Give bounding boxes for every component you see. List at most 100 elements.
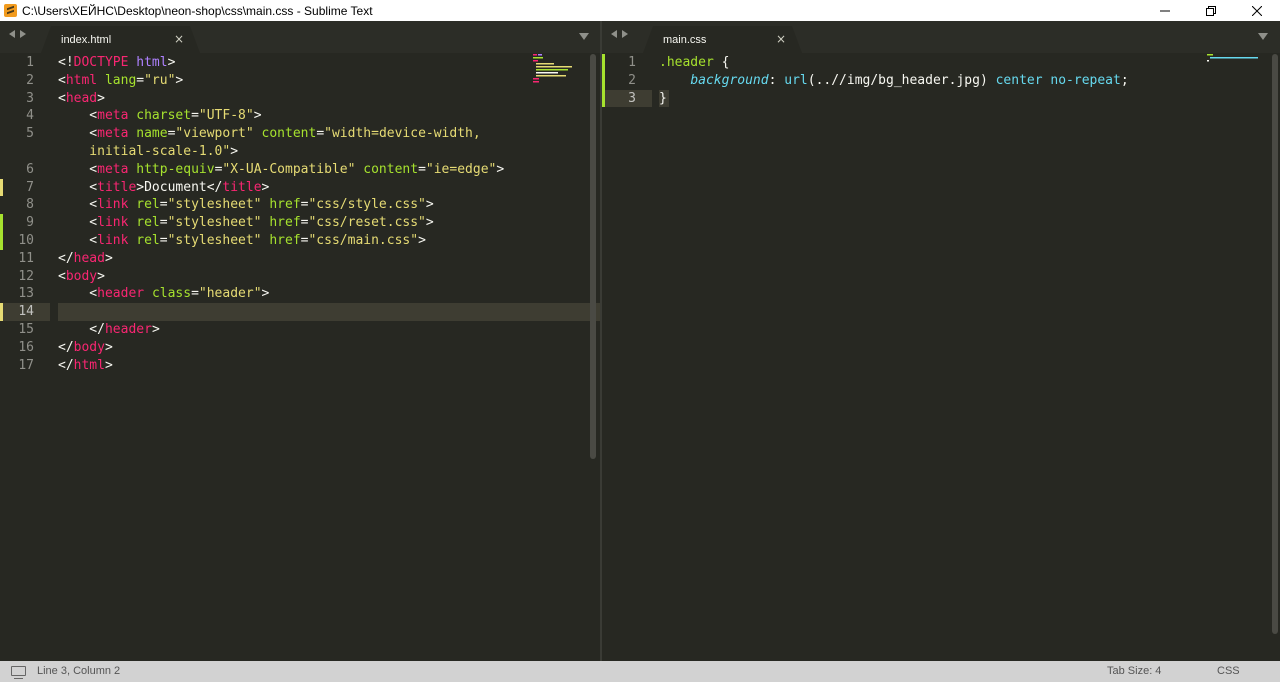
restore-icon (1206, 5, 1216, 16)
code-token: meta (97, 126, 129, 142)
code-token: "UTF-8" (198, 108, 254, 124)
syntax-selector[interactable]: CSS (1217, 665, 1240, 677)
tab-label: index.html (61, 34, 112, 46)
code-token: href (269, 215, 301, 231)
cursor-position: Line 3, Column 2 (37, 665, 121, 677)
tab-size-selector[interactable]: Tab Size: 4 (1107, 665, 1161, 677)
window-title: C:\Users\ХЕЙНС\Desktop\neon-shop\css\mai… (22, 3, 373, 18)
right-tab-bar: main.css × (602, 21, 1280, 53)
code-token: = (159, 233, 168, 248)
code-token: http-equiv (136, 161, 215, 177)
code-line[interactable]: </head> (58, 250, 113, 268)
tab-nav-arrows[interactable] (611, 30, 628, 38)
tab-dropdown-icon[interactable] (579, 33, 589, 40)
code-token: ..//img/bg_header.jpg (815, 72, 980, 88)
code-token: class (151, 286, 192, 302)
code-token: header (104, 322, 152, 337)
arrow-left-icon[interactable] (611, 30, 617, 38)
code-token: = (191, 108, 199, 124)
tab-dropdown-icon[interactable] (1258, 33, 1268, 40)
code-token: DOCTYPE (73, 55, 129, 70)
tab-main-css[interactable]: main.css × (643, 26, 802, 53)
code-token: </ (58, 339, 74, 355)
code-token: > (104, 357, 113, 373)
code-token: body (65, 268, 98, 284)
code-token: url (784, 72, 808, 88)
code-line[interactable]: } (659, 90, 667, 108)
code-line[interactable]: background: url(..//img/bg_header.jpg) c… (659, 72, 1129, 90)
code-line[interactable]: <head> (58, 90, 105, 108)
left-tab-bar: index.html × (0, 21, 600, 53)
tab-index-html[interactable]: index.html × (41, 26, 200, 53)
arrow-right-icon[interactable] (20, 30, 26, 38)
close-tab-icon[interactable]: × (174, 32, 184, 46)
code-token: lang (104, 72, 137, 88)
code-token: > (230, 144, 239, 159)
code-token: link (97, 215, 129, 231)
code-token: html (136, 55, 168, 70)
code-line[interactable]: <!DOCTYPE html> (58, 54, 175, 72)
code-token: <! (58, 55, 74, 70)
line-number: 3 (26, 90, 34, 106)
arrow-right-icon[interactable] (622, 30, 628, 38)
close-icon (1252, 5, 1262, 16)
code-line[interactable]: <html lang="ru"> (58, 72, 183, 90)
code-line[interactable]: initial-scale-1.0"> (58, 143, 238, 161)
code-line[interactable]: <title>Document</title> (58, 179, 269, 197)
code-token: meta (97, 161, 129, 177)
code-token: < (58, 161, 98, 177)
minimize-icon (1160, 10, 1170, 11)
code-line[interactable]: <meta name="viewport" content="width=dev… (58, 125, 480, 143)
code-token: < (58, 126, 98, 142)
code-line[interactable]: <body> (58, 268, 105, 286)
close-tab-icon[interactable]: × (776, 32, 786, 46)
code-token: initial-scale-1.0" (58, 144, 231, 159)
line-number: 1 (628, 55, 636, 70)
arrow-left-icon[interactable] (9, 30, 15, 38)
code-token: "ru" (144, 72, 176, 88)
code-token: .header (659, 55, 714, 70)
line-number: 2 (628, 72, 636, 88)
code-token: no-repeat (1050, 72, 1121, 88)
code-token: > (418, 233, 426, 248)
code-line[interactable]: <link rel="stylesheet" href="css/main.cs… (58, 232, 426, 250)
code-token: href (269, 233, 301, 248)
minimap[interactable] (1207, 54, 1262, 62)
editor-index-html[interactable]: 1 2 3 4 5 6 7 8 9 10 11 12 13 14 15 16 17 <!DOCTYPE html… (0, 54, 600, 661)
code-token: html (73, 357, 105, 373)
minimize-button[interactable] (1142, 0, 1188, 21)
code-token: "stylesheet" (167, 197, 262, 213)
code-line[interactable]: <link rel="stylesheet" href="css/style.c… (58, 196, 433, 214)
window-controls (1142, 0, 1280, 21)
code-line[interactable]: .header { (659, 54, 729, 72)
line-number: 1 (26, 55, 34, 70)
code-token: < (58, 72, 66, 88)
code-token: = (159, 197, 168, 213)
code-line[interactable]: </body> (58, 339, 113, 357)
tab-nav-arrows[interactable] (9, 30, 26, 38)
close-button[interactable] (1234, 0, 1280, 21)
code-line[interactable]: </html> (58, 357, 113, 375)
vertical-scrollbar[interactable] (1272, 54, 1278, 634)
code-line[interactable]: </header> (58, 321, 159, 339)
editor-main-css[interactable]: 1 2 3 .header { background: url(..//img/bg… (602, 54, 1280, 661)
line-number: 6 (26, 161, 34, 177)
panel-toggle-icon[interactable] (11, 666, 26, 679)
code-line[interactable]: <header class="header"> (58, 285, 269, 303)
code-token: "header" (198, 286, 262, 302)
line-number: 11 (18, 250, 34, 266)
code-line[interactable]: <meta http-equiv = "X-UA-Compatible" conte… (58, 161, 504, 179)
restore-button[interactable] (1188, 0, 1234, 21)
minimap[interactable] (533, 54, 583, 86)
code-token: rel (136, 215, 160, 231)
code-token: head (73, 250, 105, 266)
code-line[interactable]: <meta charset="UTF-8"> (58, 107, 261, 125)
code-token: ; (1120, 72, 1129, 88)
code-token: Document (144, 179, 207, 195)
code-token: center (995, 72, 1043, 88)
line-number: 2 (26, 72, 34, 88)
code-line[interactable]: <link rel="stylesheet" href="css/reset.c… (58, 214, 433, 232)
vertical-scrollbar[interactable] (590, 54, 596, 459)
